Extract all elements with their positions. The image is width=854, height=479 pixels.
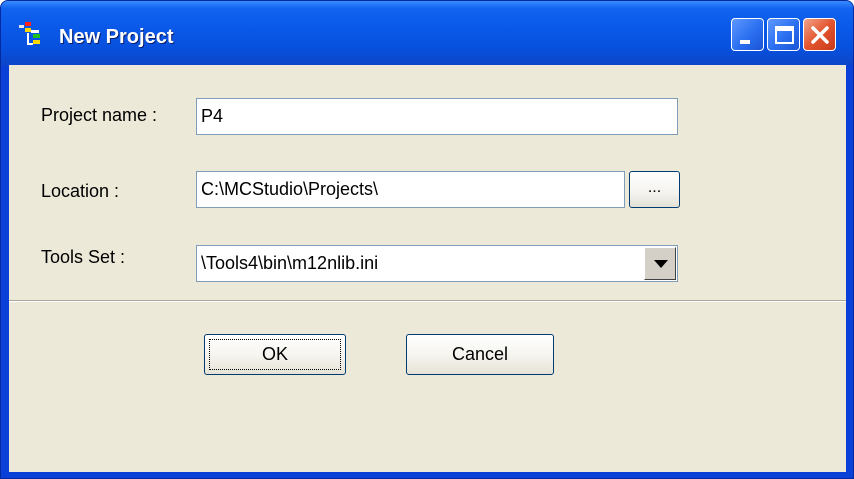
tools-set-select[interactable]: \Tools4\bin\m12nlib.ini — [196, 245, 678, 282]
focus-ring — [209, 339, 341, 370]
cancel-button-label: Cancel — [451, 344, 509, 364]
dropdown-button[interactable] — [644, 247, 676, 280]
app-icon — [19, 22, 40, 45]
chevron-down-icon — [654, 260, 668, 268]
title-bar[interactable]: New Project — [1, 1, 853, 65]
location-input[interactable]: C:\MCStudio\Projects\ — [196, 171, 625, 208]
close-icon — [811, 26, 829, 44]
minimize-button[interactable] — [731, 18, 764, 51]
location-label: Location : — [41, 181, 120, 201]
maximize-button[interactable] — [767, 18, 800, 51]
window-title: New Project — [59, 26, 174, 48]
cancel-button[interactable]: Cancel — [406, 334, 554, 375]
ok-button[interactable]: OK — [204, 334, 346, 375]
tools-set-label: Tools Set : — [41, 247, 126, 267]
project-name-label: Project name : — [41, 105, 158, 125]
maximize-icon — [775, 26, 794, 44]
tools-set-value: \Tools4\bin\m12nlib.ini — [201, 253, 379, 273]
dialog-window: New Project Project name : P4 Location :… — [0, 0, 854, 479]
browse-button[interactable]: ... — [629, 171, 680, 208]
close-button[interactable] — [803, 18, 836, 51]
project-name-input[interactable]: P4 — [196, 98, 678, 135]
minimize-icon — [740, 40, 750, 44]
